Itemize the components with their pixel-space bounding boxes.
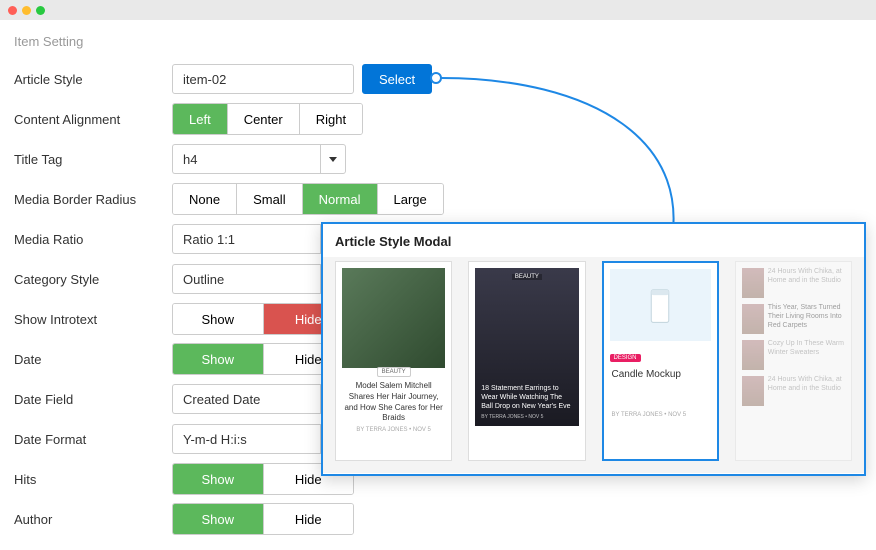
card-headline: Model Salem Mitchell Shares Her Hair Jou… (344, 381, 443, 424)
mini-headline: 24 Hours With Chika, at Home and in the … (768, 268, 845, 286)
radius-normal-button[interactable]: Normal (303, 184, 378, 214)
mini-headline: Cozy Up In These Warm Winter Sweaters (768, 340, 845, 358)
align-right-button[interactable]: Right (300, 104, 362, 134)
mini-headline: This Year, Stars Turned Their Living Roo… (768, 304, 845, 330)
category-style-input[interactable] (172, 264, 320, 294)
style-card-3[interactable]: DESIGN Candle Mockup BY TERRA JONES • NO… (602, 261, 719, 461)
article-style-input[interactable] (172, 64, 354, 94)
show-introtext-label: Show Introtext (14, 312, 172, 327)
media-border-radius-label: Media Border Radius (14, 192, 172, 207)
content-alignment-group: Left Center Right (172, 103, 363, 135)
author-hide-button[interactable]: Hide (263, 504, 354, 534)
author-label: Author (14, 512, 172, 527)
modal-title: Article Style Modal (323, 224, 864, 257)
date-field-label: Date Field (14, 392, 172, 407)
style-card-4[interactable]: 24 Hours With Chika, at Home and in the … (735, 261, 852, 461)
mini-thumb (742, 268, 764, 298)
select-button[interactable]: Select (362, 64, 432, 94)
align-center-button[interactable]: Center (228, 104, 300, 134)
category-pill: BEAUTY (377, 367, 411, 377)
date-format-input[interactable] (172, 424, 320, 454)
card-thumb (342, 268, 445, 368)
chevron-down-icon (329, 157, 337, 162)
card-meta: BY TERRA JONES • NOV 5 (481, 414, 572, 421)
media-ratio-input[interactable] (172, 224, 320, 254)
card-headline: 18 Statement Earrings to Wear While Watc… (481, 384, 572, 411)
card-meta: BY TERRA JONES • NOV 5 (612, 412, 709, 418)
mini-headline: 24 Hours With Chika, at Home and in the … (768, 376, 845, 394)
style-card-2[interactable]: BEAUTY 18 Statement Earrings to Wear Whi… (468, 261, 585, 461)
radius-large-button[interactable]: Large (378, 184, 443, 214)
align-left-button[interactable]: Left (173, 104, 228, 134)
mini-thumb (742, 376, 764, 406)
radius-small-button[interactable]: Small (237, 184, 303, 214)
author-show-button[interactable]: Show (173, 504, 263, 534)
card-meta: BY TERRA JONES • NOV 5 (344, 427, 443, 433)
date-label: Date (14, 352, 172, 367)
category-pill: BEAUTY (512, 274, 542, 280)
date-show-button[interactable]: Show (173, 344, 263, 374)
card-thumb (610, 269, 711, 341)
close-dot[interactable] (8, 6, 17, 15)
article-style-label: Article Style (14, 72, 172, 87)
content-alignment-label: Content Alignment (14, 112, 172, 127)
category-pill: DESIGN (610, 354, 641, 362)
window-chrome (0, 0, 876, 20)
card-title: Candle Mockup (612, 368, 709, 382)
style-card-1[interactable]: BEAUTY Model Salem Mitchell Shares Her H… (335, 261, 452, 461)
hits-label: Hits (14, 472, 172, 487)
mini-thumb (742, 340, 764, 370)
minimize-dot[interactable] (22, 6, 31, 15)
category-style-label: Category Style (14, 272, 172, 287)
date-format-label: Date Format (14, 432, 172, 447)
article-style-modal: Article Style Modal BEAUTY Model Salem M… (321, 222, 866, 476)
title-tag-input[interactable] (172, 144, 320, 174)
mini-thumb (742, 304, 764, 334)
media-ratio-label: Media Ratio (14, 232, 172, 247)
media-border-radius-group: None Small Normal Large (172, 183, 444, 215)
style-card-list: BEAUTY Model Salem Mitchell Shares Her H… (323, 257, 864, 473)
hits-show-button[interactable]: Show (173, 464, 263, 494)
maximize-dot[interactable] (36, 6, 45, 15)
title-tag-label: Title Tag (14, 152, 172, 167)
date-field-input[interactable] (172, 384, 320, 414)
section-title: Item Setting (14, 34, 862, 59)
introtext-show-button[interactable]: Show (173, 304, 263, 334)
radius-none-button[interactable]: None (173, 184, 237, 214)
card-thumb: BEAUTY 18 Statement Earrings to Wear Whi… (475, 268, 578, 426)
title-tag-dropdown[interactable] (320, 144, 346, 174)
author-toggle: Show Hide (172, 503, 354, 535)
